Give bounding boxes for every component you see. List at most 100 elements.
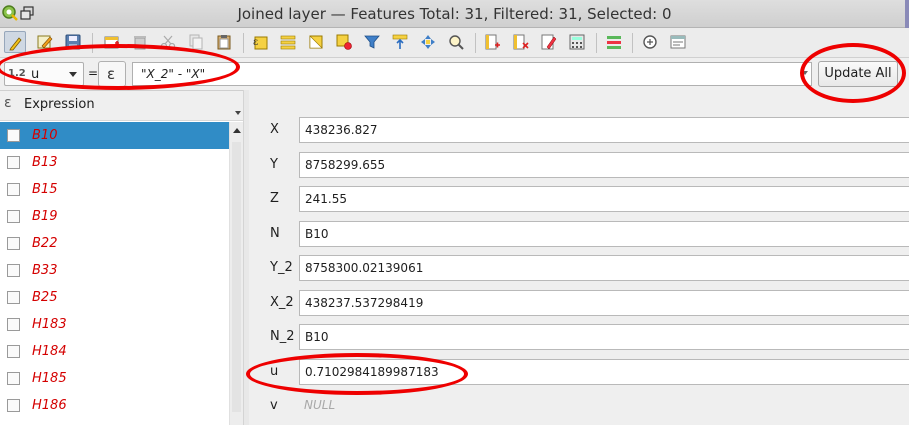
- feature-name: H184: [32, 344, 67, 359]
- delete-feature-icon: [134, 36, 146, 50]
- scroll-up-arrow-icon[interactable]: [233, 128, 241, 133]
- title-bar: Joined layer — Features Total: 31, Filte…: [0, 0, 909, 28]
- expression-input[interactable]: "X_2" - "X": [132, 62, 812, 86]
- list-item[interactable]: B15: [0, 176, 229, 203]
- toolbar-separator: [92, 33, 93, 53]
- toolbar-separator: [243, 33, 244, 53]
- paste-icon: [217, 35, 231, 50]
- feature-checkbox[interactable]: [7, 372, 20, 385]
- form-row-u: u 0.7102984189987183: [249, 357, 909, 387]
- dock-icon: [643, 35, 657, 49]
- feature-checkbox[interactable]: [7, 156, 20, 169]
- multi-edit-button[interactable]: [34, 31, 56, 53]
- list-item[interactable]: H183: [0, 311, 229, 338]
- feature-checkbox[interactable]: [7, 210, 20, 223]
- field-value-input[interactable]: B10: [299, 324, 909, 350]
- select-all-button[interactable]: [277, 31, 299, 53]
- feature-checkbox[interactable]: [7, 345, 20, 358]
- field-value-input[interactable]: 438237.537298419: [299, 289, 909, 316]
- feature-name: B10: [32, 128, 58, 143]
- add-feature-button[interactable]: [101, 31, 123, 53]
- copy-button[interactable]: [185, 31, 207, 53]
- deselect-all-button[interactable]: [333, 31, 355, 53]
- field-calculator-button[interactable]: [566, 31, 588, 53]
- display-expression-header[interactable]: ε Expression: [0, 91, 247, 121]
- pan-to-selection-button[interactable]: [417, 31, 439, 53]
- field-label: X: [270, 122, 279, 137]
- invert-selection-button[interactable]: [305, 31, 327, 53]
- list-item[interactable]: B33: [0, 257, 229, 284]
- delete-feature-button[interactable]: [129, 31, 151, 53]
- list-item[interactable]: H185: [0, 365, 229, 392]
- list-item[interactable]: B19: [0, 203, 229, 230]
- feature-checkbox[interactable]: [7, 264, 20, 277]
- deselect-all-icon: [336, 34, 352, 50]
- move-selection-top-icon: [392, 34, 408, 49]
- feature-checkbox[interactable]: [7, 399, 20, 412]
- field-value-input[interactable]: 241.55: [299, 186, 909, 212]
- toggle-editing-button[interactable]: [4, 31, 26, 53]
- expression-builder-button[interactable]: ε: [98, 61, 126, 87]
- field-selector-value: u: [31, 67, 40, 82]
- list-item[interactable]: H184: [0, 338, 229, 365]
- field-label: N: [270, 225, 280, 241]
- feature-checkbox[interactable]: [7, 237, 20, 250]
- form-row-x: X 438236.827: [249, 115, 909, 145]
- form-row-y: Y 8758299.655: [249, 150, 909, 180]
- dock-button[interactable]: [639, 31, 661, 53]
- list-item[interactable]: B10: [0, 122, 229, 149]
- feature-list-panel: ε Expression B10 B13 B15 B19 B22 B33 B25 H183 H1…: [0, 90, 247, 425]
- chevron-down-icon[interactable]: [235, 111, 241, 115]
- field-value-input[interactable]: B10: [299, 220, 909, 247]
- expression-history-dropdown-icon[interactable]: [802, 71, 808, 75]
- feature-name: B19: [32, 209, 58, 224]
- field-value-input[interactable]: 8758299.655: [299, 151, 909, 178]
- zoom-to-selection-button[interactable]: [445, 31, 467, 53]
- scrollbar-track[interactable]: [232, 142, 241, 412]
- update-all-button[interactable]: Update All: [818, 61, 898, 87]
- feature-attribute-form: X 438236.827 Y 8758299.655 Z 241.55 N B10 Y_2 875…: [249, 90, 909, 425]
- field-calculator-icon: [569, 34, 585, 50]
- new-field-button[interactable]: [482, 31, 504, 53]
- feature-checkbox[interactable]: [7, 318, 20, 331]
- edit-field-button[interactable]: [538, 31, 560, 53]
- multi-edit-icon: [37, 35, 53, 49]
- delete-field-button[interactable]: [510, 31, 532, 53]
- field-value-input[interactable]: NULL: [299, 393, 909, 419]
- list-item[interactable]: B25: [0, 284, 229, 311]
- feature-name: B22: [32, 236, 58, 251]
- form-row-y-2: Y_2 8758300.02139061: [249, 253, 909, 283]
- toolbar-separator: [632, 33, 633, 53]
- feature-checkbox[interactable]: [7, 291, 20, 304]
- actions-button[interactable]: [667, 31, 689, 53]
- field-label: X_2: [270, 294, 294, 310]
- field-label: N_2: [270, 329, 295, 344]
- chevron-down-icon: [69, 72, 77, 77]
- list-scrollbar[interactable]: [229, 122, 243, 425]
- field-value-input[interactable]: 8758300.02139061: [299, 255, 909, 281]
- delete-field-icon: [513, 34, 529, 50]
- field-value-input[interactable]: 438236.827: [299, 117, 909, 143]
- field-label: u: [270, 363, 279, 379]
- filter-select-button[interactable]: [361, 31, 383, 53]
- list-item[interactable]: B13: [0, 149, 229, 176]
- feature-checkbox[interactable]: [7, 183, 20, 196]
- select-by-expression-button[interactable]: ε: [249, 31, 271, 53]
- cut-button[interactable]: [157, 31, 179, 53]
- feature-checkbox[interactable]: [7, 129, 20, 142]
- paste-button[interactable]: [213, 31, 235, 53]
- edit-field-icon: [541, 34, 557, 50]
- list-item[interactable]: H186: [0, 392, 229, 419]
- field-label: v: [270, 398, 278, 413]
- field-value-input[interactable]: 0.7102984189987183: [299, 358, 909, 385]
- conditional-formatting-icon: [607, 36, 621, 49]
- save-edits-button[interactable]: [62, 31, 84, 53]
- move-selection-top-button[interactable]: [389, 31, 411, 53]
- feature-name: H186: [32, 398, 67, 413]
- expression-select-icon: ε: [253, 36, 268, 50]
- field-selector[interactable]: 1.2 u: [4, 62, 84, 86]
- list-item[interactable]: B22: [0, 230, 229, 257]
- copy-icon: [189, 34, 203, 50]
- conditional-formatting-button[interactable]: [603, 31, 625, 53]
- new-field-icon: [485, 34, 500, 50]
